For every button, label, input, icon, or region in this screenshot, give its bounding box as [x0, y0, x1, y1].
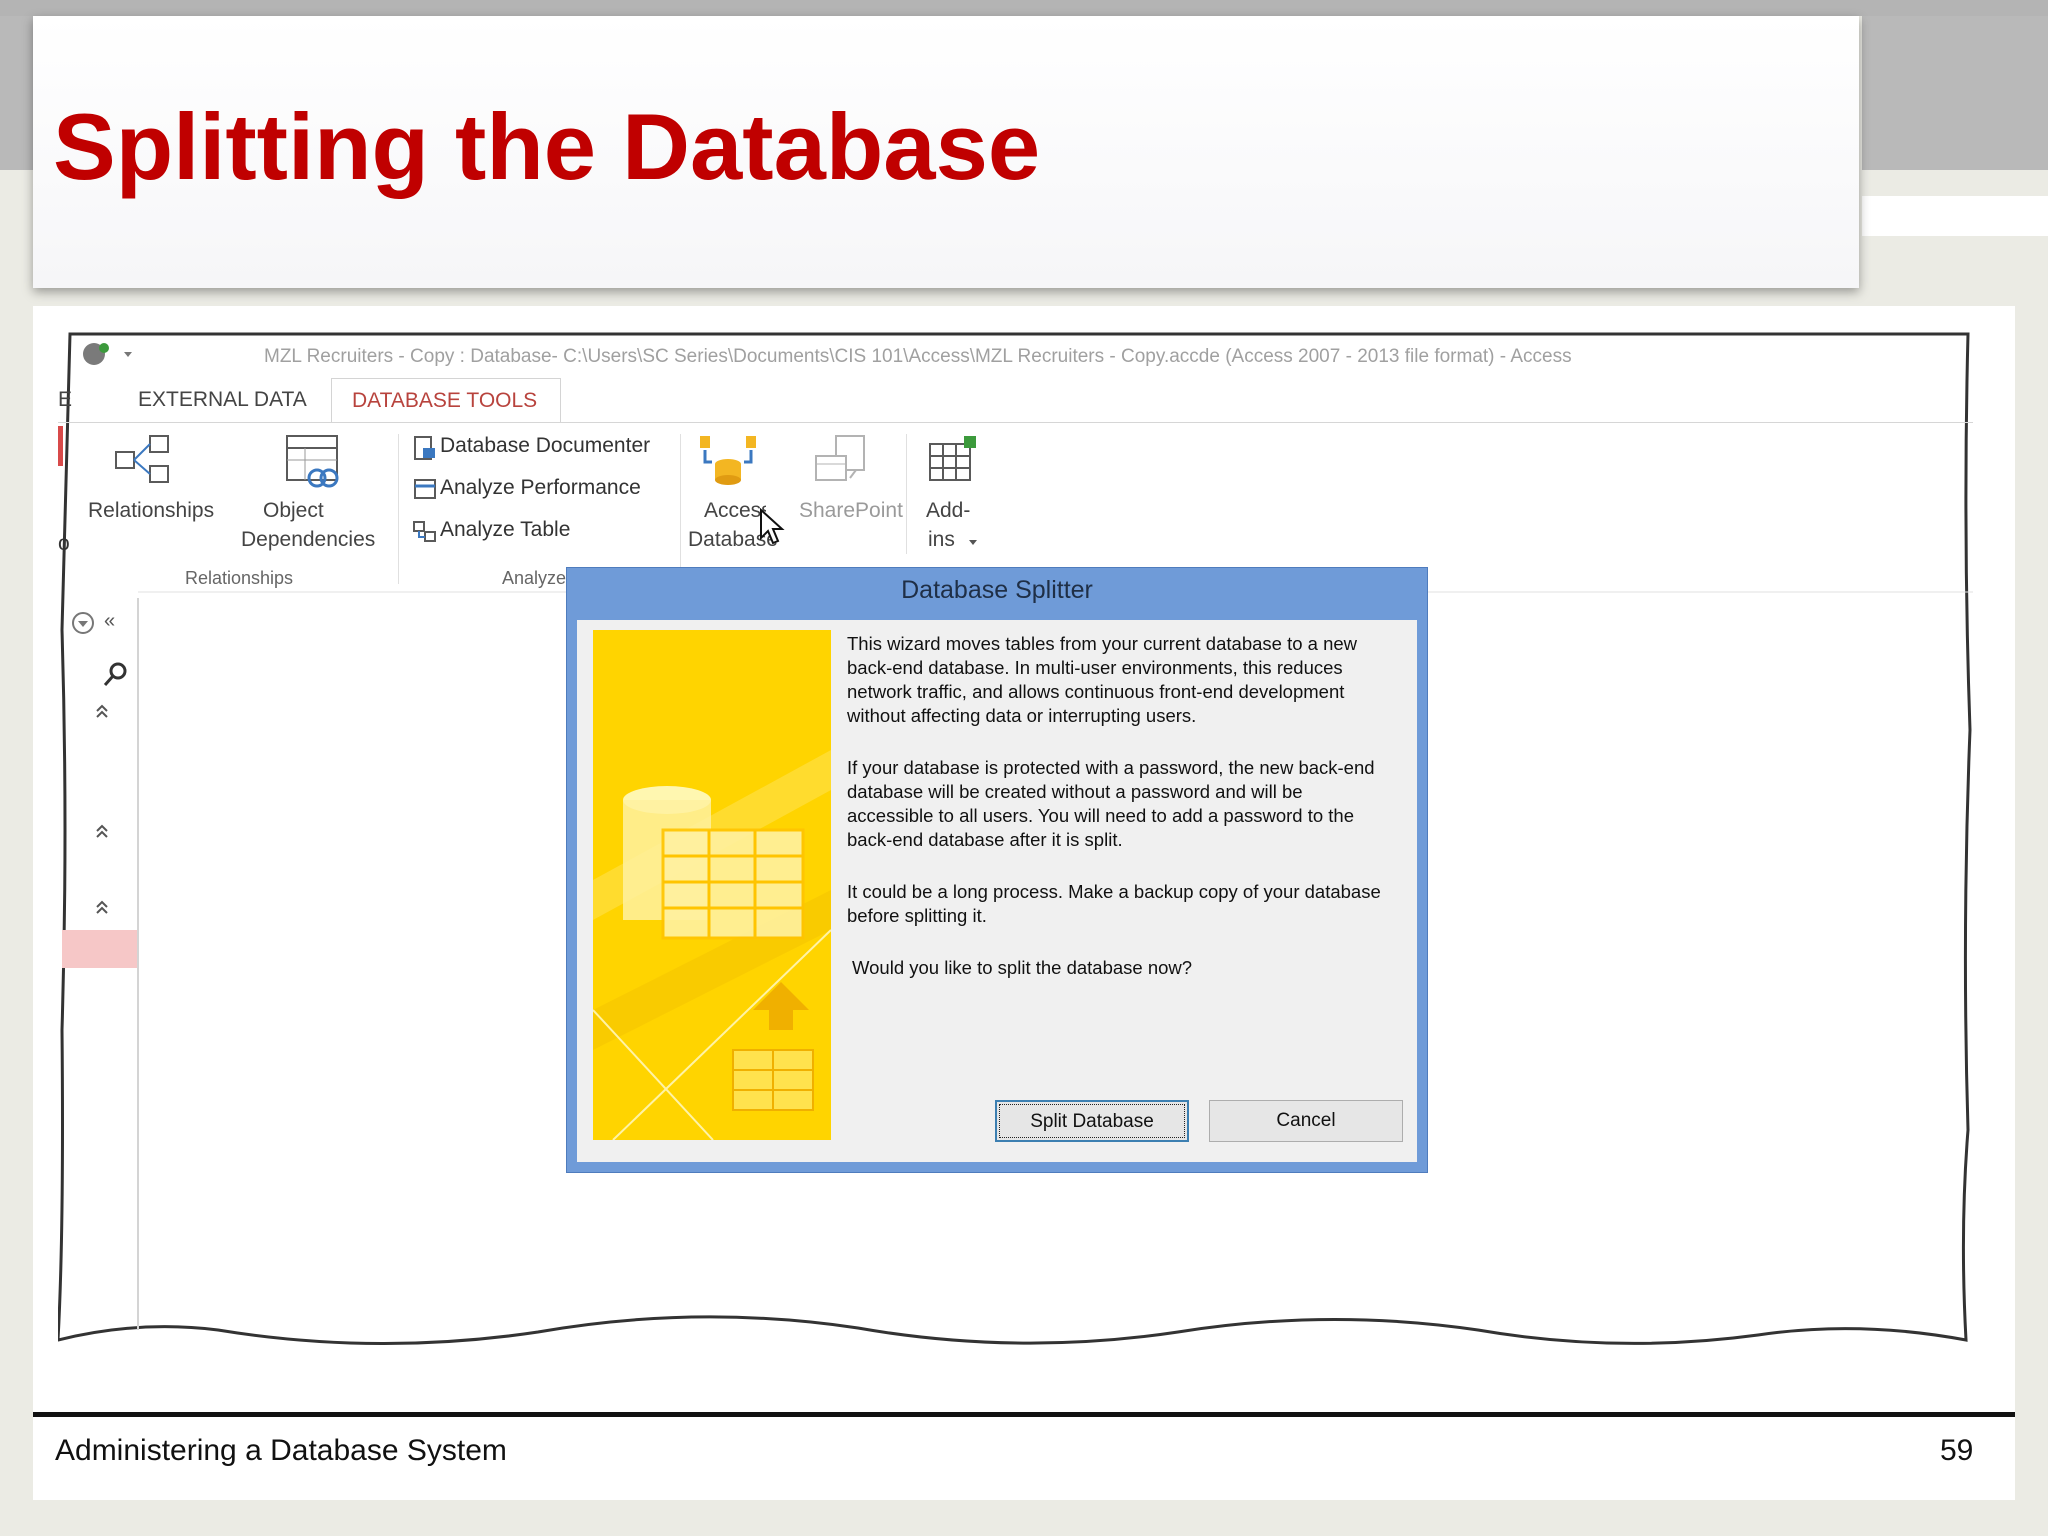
- wizard-illustration: [593, 630, 831, 1140]
- analyze-performance-label: Analyze Performance: [440, 476, 641, 499]
- window-title: MZL Recruiters - Copy : Database- C:\Use…: [264, 346, 1572, 367]
- group-separator: [906, 434, 907, 554]
- access-database-icon: [700, 436, 756, 485]
- group-label-analyze: Analyze: [502, 568, 566, 588]
- dialog-paragraph-intro: This wizard moves tables from your curre…: [847, 633, 1358, 726]
- relationships-icon: [115, 435, 169, 483]
- database-documenter-label: Database Documenter: [440, 434, 651, 457]
- tab-database-tools-label: DATABASE TOOLS: [352, 389, 538, 412]
- slide-right-band: [1862, 16, 2048, 170]
- object-dependencies-button[interactable]: Object Dependencies: [241, 434, 383, 551]
- database-splitter-dialog: Database Splitter This wizard moves tabl…: [566, 567, 1428, 1173]
- collapse-section-icon[interactable]: [94, 898, 110, 916]
- customize-qat-icon: [124, 352, 132, 357]
- shutter-bar-collapse-icon[interactable]: «: [104, 610, 115, 633]
- analyze-table-icon: [413, 521, 436, 542]
- collapse-section-icon[interactable]: [94, 822, 110, 840]
- access-database-line1: Access: [704, 499, 766, 522]
- dialog-paragraph-backup: It could be a long process. Make a backu…: [847, 881, 1381, 926]
- object-dependencies-line1: Object: [263, 499, 324, 522]
- relationships-button[interactable]: Relationships: [80, 434, 214, 544]
- dialog-title: Database Splitter: [901, 576, 1093, 604]
- slide-top-band: [0, 0, 2048, 16]
- ribbon-divider: [58, 422, 1973, 423]
- group-separator: [398, 434, 399, 584]
- database-split-art-icon: [593, 630, 831, 1140]
- sharepoint-button[interactable]: SharePoint: [784, 434, 903, 544]
- nav-menu-icon[interactable]: [70, 610, 96, 636]
- cut-group-letter: o: [58, 532, 70, 555]
- cancel-button[interactable]: Cancel: [1209, 1100, 1403, 1142]
- tab-external-data[interactable]: EXTERNAL DATA: [138, 388, 307, 412]
- add-ins-line1: Add-: [926, 499, 971, 522]
- collapse-section-icon[interactable]: [94, 702, 110, 720]
- slide-left-band: [0, 16, 36, 170]
- tab-e[interactable]: E: [58, 388, 72, 412]
- object-dependencies-line2: Dependencies: [241, 528, 376, 551]
- dropdown-arrow-icon: [969, 540, 977, 545]
- quick-access-toolbar: [80, 340, 150, 375]
- split-database-button[interactable]: Split Database: [995, 1100, 1189, 1142]
- object-dependencies-icon: [286, 435, 339, 488]
- relationships-label: Relationships: [88, 499, 215, 522]
- group-separator: [680, 434, 681, 584]
- add-ins-button[interactable]: Add- ins: [914, 434, 994, 554]
- dialog-text: This wizard moves tables from your curre…: [847, 632, 1387, 1008]
- slide-title: Splitting the Database: [53, 94, 1041, 199]
- group-label-relationships: Relationships: [185, 568, 294, 588]
- search-icon[interactable]: [102, 660, 130, 688]
- analyze-table-label: Analyze Table: [440, 518, 571, 541]
- database-documenter-icon: [414, 436, 435, 460]
- slide-page-number: 59: [1940, 1434, 1974, 1467]
- analyze-performance-icon: [414, 479, 436, 499]
- tab-database-tools[interactable]: DATABASE TOOLS: [331, 378, 561, 423]
- mouse-pointer-icon: [760, 508, 785, 545]
- add-ins-line2: ins: [928, 528, 955, 551]
- dialog-question: Would you like to split the database now…: [852, 957, 1193, 978]
- dialog-body: This wizard moves tables from your curre…: [577, 620, 1417, 1162]
- add-ins-icon: [929, 436, 976, 481]
- footer-divider: [33, 1412, 2015, 1417]
- dialog-paragraph-password: If your database is protected with a pas…: [847, 757, 1375, 850]
- slide-footer: Administering a Database System: [55, 1434, 507, 1467]
- slide-right-strip: [1862, 196, 2048, 236]
- sharepoint-icon: [815, 435, 865, 481]
- sharepoint-label: SharePoint: [799, 499, 903, 522]
- access-screenshot: MZL Recruiters - Copy : Database- C:\Use…: [58, 330, 1973, 1358]
